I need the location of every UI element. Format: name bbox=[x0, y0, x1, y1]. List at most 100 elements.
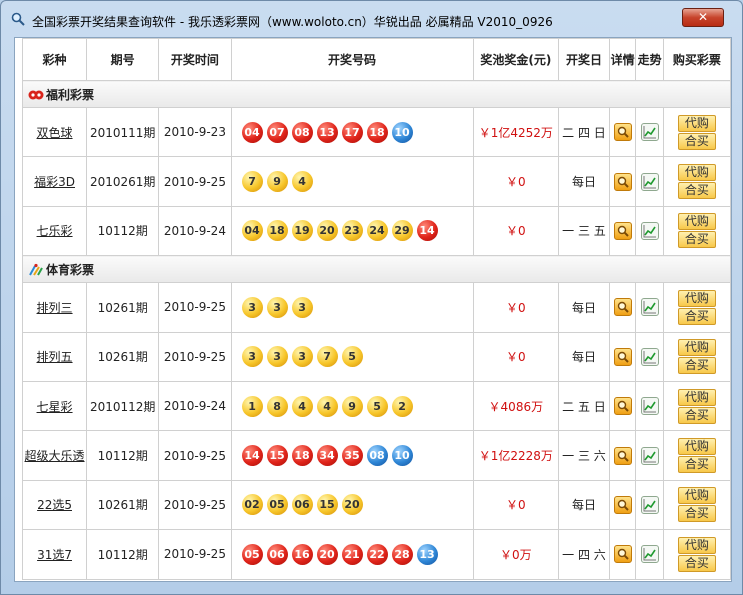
line-chart-icon bbox=[643, 175, 656, 189]
draw-time-cell: 2010-9-25 bbox=[158, 529, 232, 580]
number-ball: 06 bbox=[266, 543, 288, 565]
magnifier-detail-icon[interactable] bbox=[613, 545, 632, 564]
close-button[interactable]: ✕ bbox=[682, 8, 724, 27]
table-row: 排列五 10261期 2010-9-25 3 3 3 7 5 ￥0 每日 代购 合买 bbox=[21, 331, 731, 382]
number-ball: 06 bbox=[291, 494, 313, 516]
lottery-name-cell: 福彩3D bbox=[21, 156, 88, 207]
number-ball: 24 bbox=[366, 220, 388, 242]
proxy-buy-button[interactable]: 代购 bbox=[677, 213, 716, 231]
group-buy-button[interactable]: 合买 bbox=[677, 554, 716, 572]
number-ball: 20 bbox=[316, 543, 338, 565]
issue-cell: 10261期 bbox=[86, 331, 160, 382]
trend-chart-icon[interactable] bbox=[640, 347, 659, 366]
draw-time-cell: 2010-9-25 bbox=[158, 282, 232, 333]
number-ball: 05 bbox=[266, 494, 288, 516]
magnifier-detail-icon[interactable] bbox=[613, 397, 632, 416]
lottery-name-link[interactable]: 福彩3D bbox=[34, 175, 75, 189]
proxy-buy-button[interactable]: 代购 bbox=[677, 438, 716, 456]
draw-day-cell: 一 三 六 bbox=[558, 430, 610, 481]
number-ball: 8 bbox=[266, 395, 288, 417]
trend-chart-icon[interactable] bbox=[640, 545, 659, 564]
prize-pool-cell: ￥0 bbox=[472, 282, 560, 333]
trend-chart-icon[interactable] bbox=[640, 172, 659, 191]
trend-cell bbox=[635, 331, 664, 382]
line-chart-icon bbox=[643, 449, 656, 463]
proxy-buy-button[interactable]: 代购 bbox=[677, 289, 716, 307]
group-buy-button[interactable]: 合买 bbox=[677, 406, 716, 424]
buy-cell: 代购 合买 bbox=[662, 106, 731, 158]
lottery-name-link[interactable]: 22选5 bbox=[37, 498, 72, 512]
issue-cell: 10261期 bbox=[86, 479, 160, 531]
magnifier-detail-icon[interactable] bbox=[613, 123, 632, 142]
proxy-buy-button[interactable]: 代购 bbox=[677, 339, 716, 357]
issue-cell: 2010111期 bbox=[86, 106, 160, 158]
trend-chart-icon[interactable] bbox=[640, 123, 659, 142]
magnifier-detail-icon[interactable] bbox=[613, 298, 632, 317]
proxy-buy-button[interactable]: 代购 bbox=[677, 388, 716, 406]
group-buy-button[interactable]: 合买 bbox=[677, 357, 716, 375]
group-buy-button[interactable]: 合买 bbox=[677, 505, 716, 523]
title-bar[interactable]: 全国彩票开奖结果查询软件 - 我乐透彩票网（www.woloto.cn）华锐出品… bbox=[1, 1, 742, 37]
magnifier-detail-icon[interactable] bbox=[613, 446, 632, 465]
trend-chart-icon[interactable] bbox=[640, 298, 659, 317]
group-buy-button[interactable]: 合买 bbox=[677, 231, 716, 249]
line-chart-icon bbox=[643, 400, 656, 413]
trend-chart-icon[interactable] bbox=[640, 495, 659, 514]
lottery-name-link[interactable]: 排列三 bbox=[37, 301, 73, 315]
magnifier-detail-icon[interactable] bbox=[613, 221, 632, 240]
results-table: 彩种 期号 开奖时间 开奖号码 奖池奖金(元) 开奖日 详情 走势 购买彩票 福… bbox=[21, 38, 731, 580]
lottery-name-link[interactable]: 七乐彩 bbox=[37, 224, 73, 238]
number-ball: 18 bbox=[291, 445, 313, 467]
header-issue: 期号 bbox=[86, 38, 160, 81]
buy-cell: 代购 合买 bbox=[662, 380, 731, 432]
results-panel: 彩种 期号 开奖时间 开奖号码 奖池奖金(元) 开奖日 详情 走势 购买彩票 福… bbox=[14, 37, 732, 582]
section-title: 体育彩票 bbox=[46, 262, 95, 277]
buy-cell: 代购 合买 bbox=[662, 430, 731, 481]
magnifier-detail-icon[interactable] bbox=[613, 347, 632, 366]
group-buy-button[interactable]: 合买 bbox=[677, 132, 716, 150]
proxy-buy-button[interactable]: 代购 bbox=[677, 487, 716, 505]
lottery-name-link[interactable]: 七星彩 bbox=[37, 400, 73, 414]
lottery-name-link[interactable]: 超级大乐透 bbox=[25, 449, 85, 463]
proxy-buy-button[interactable]: 代购 bbox=[677, 536, 716, 554]
number-ball: 28 bbox=[391, 543, 413, 565]
welfare-lottery-logo-icon bbox=[28, 90, 44, 99]
number-ball: 29 bbox=[391, 220, 413, 242]
proxy-buy-button[interactable]: 代购 bbox=[677, 164, 716, 182]
group-buy-button[interactable]: 合买 bbox=[677, 182, 716, 200]
section-header: 福利彩票 bbox=[22, 80, 731, 108]
magnifier-icon bbox=[617, 126, 629, 138]
trend-chart-icon[interactable] bbox=[640, 221, 659, 240]
number-ball: 4 bbox=[291, 171, 313, 193]
magnifier-detail-icon[interactable] bbox=[613, 172, 632, 191]
lottery-name-link[interactable]: 双色球 bbox=[37, 126, 73, 140]
draw-day-cell: 每日 bbox=[558, 479, 610, 531]
winning-numbers-cell: 14 15 18 34 35 08 10 bbox=[230, 430, 474, 481]
table-row: 31选7 10112期 2010-9-25 05 06 16 20 21 22 28 13 ￥0万一 … bbox=[21, 529, 731, 580]
number-ball: 3 bbox=[291, 296, 313, 318]
draw-day-cell: 二 五 日 bbox=[558, 380, 610, 432]
lottery-name-link[interactable]: 31选7 bbox=[37, 548, 72, 562]
trend-chart-icon[interactable] bbox=[640, 397, 659, 416]
group-buy-button[interactable]: 合买 bbox=[677, 307, 716, 325]
magnifier-icon bbox=[617, 225, 629, 237]
number-ball: 1 bbox=[241, 395, 263, 417]
header-pool: 奖池奖金(元) bbox=[472, 38, 560, 81]
number-ball: 21 bbox=[341, 543, 363, 565]
table-row: 七星彩 2010112期 2010-9-24 1 8 4 4 9 5 2 ￥4086万二 五 日代购… bbox=[21, 380, 731, 432]
detail-cell bbox=[608, 331, 637, 382]
magnifier-icon bbox=[617, 302, 629, 314]
lottery-name-cell: 双色球 bbox=[21, 106, 88, 158]
group-buy-button[interactable]: 合买 bbox=[677, 456, 716, 474]
search-app-icon bbox=[11, 12, 25, 26]
detail-cell bbox=[608, 430, 637, 481]
trend-cell bbox=[635, 430, 664, 481]
proxy-buy-button[interactable]: 代购 bbox=[677, 114, 716, 132]
lottery-name-cell: 31选7 bbox=[21, 529, 88, 580]
trend-chart-icon[interactable] bbox=[640, 446, 659, 465]
lottery-name-link[interactable]: 排列五 bbox=[37, 350, 73, 364]
table-row: 七乐彩 10112期 2010-9-24 04 18 19 20 23 24 29 14 ￥0 一 三 … bbox=[21, 205, 731, 257]
number-ball: 34 bbox=[316, 445, 338, 467]
draw-time-cell: 2010-9-25 bbox=[158, 479, 232, 531]
magnifier-detail-icon[interactable] bbox=[613, 495, 632, 514]
